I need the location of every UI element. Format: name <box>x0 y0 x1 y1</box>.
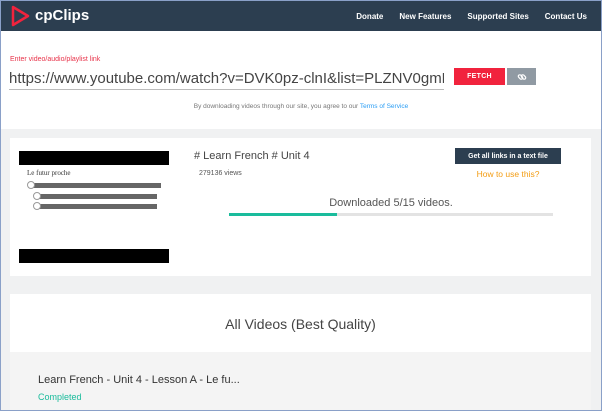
video-thumbnail[interactable]: Le futur proche <box>19 151 169 263</box>
thumbnail-line <box>31 183 161 188</box>
url-label: Enter video/audio/playlist link <box>10 56 101 63</box>
thumbnail-dot <box>33 202 41 210</box>
nav-donate[interactable]: Donate <box>356 12 383 21</box>
thumbnail-line <box>39 204 157 209</box>
download-status: Downloaded 5/15 videos. <box>329 197 453 209</box>
thumbnail-dot <box>27 181 35 189</box>
thumbnail-title: Le futur proche <box>27 169 71 177</box>
link-icon <box>517 73 526 80</box>
progress-bar <box>229 213 553 216</box>
get-all-links-button[interactable]: Get all links in a text file <box>455 148 561 164</box>
terms-notice: By downloading videos through our site, … <box>1 103 601 110</box>
nav-links: Donate New Features Supported Sites Cont… <box>356 1 587 31</box>
navbar: cpClips Donate New Features Supported Si… <box>1 1 601 31</box>
list-item-title: Learn French - Unit 4 - Lesson A - Le fu… <box>38 374 240 386</box>
list-item-status: Completed <box>38 392 82 402</box>
copy-link-button[interactable] <box>507 68 536 85</box>
thumbnail-letterbox-top <box>19 151 169 165</box>
view-count: 279136 views <box>199 170 242 177</box>
thumbnail-line <box>39 194 157 199</box>
terms-text: By downloading videos through our site, … <box>193 103 359 110</box>
fetch-button[interactable]: FETCH <box>454 68 505 85</box>
list-item[interactable]: Learn French - Unit 4 - Lesson A - Le fu… <box>10 352 591 410</box>
video-list-card: All Videos (Best Quality) Learn French -… <box>10 294 591 410</box>
play-logo-icon[interactable] <box>9 5 31 27</box>
nav-supported-sites[interactable]: Supported Sites <box>467 12 528 21</box>
progress-fill <box>229 213 337 216</box>
browser-frame: cpClips Donate New Features Supported Si… <box>0 0 602 411</box>
brand-name[interactable]: cpClips <box>35 7 89 24</box>
thumbnail-letterbox-bottom <box>19 249 169 263</box>
nav-contact-us[interactable]: Contact Us <box>545 12 587 21</box>
terms-link[interactable]: Terms of Service <box>360 103 408 110</box>
all-videos-heading: All Videos (Best Quality) <box>225 316 376 332</box>
nav-new-features[interactable]: New Features <box>399 12 451 21</box>
url-input[interactable] <box>9 67 444 90</box>
thumbnail-dot <box>33 192 41 200</box>
playlist-title: # Learn French # Unit 4 <box>194 150 310 162</box>
how-to-use-link[interactable]: How to use this? <box>455 169 561 179</box>
